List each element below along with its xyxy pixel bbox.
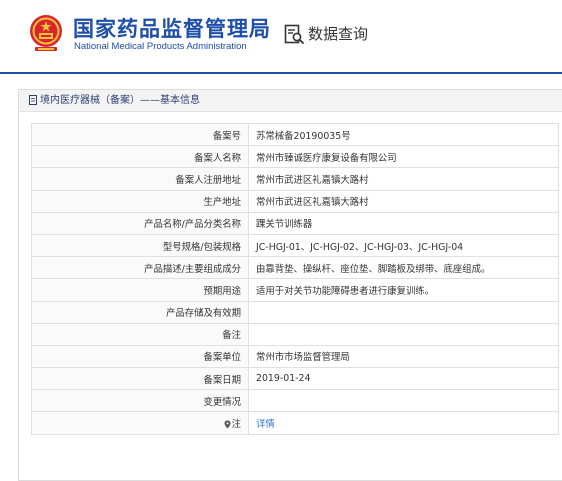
row-label-text: 产品名称/产品分类名称	[144, 219, 241, 231]
row-value: 常州市臻诚医疗康复设备有限公司	[248, 145, 559, 169]
row-value: 苏常械备20190035号	[248, 122, 559, 147]
row-label: 备案人注册地址	[31, 167, 249, 191]
row-value-text: 适用于对关节功能障碍患者进行康复训练。	[256, 285, 435, 297]
row-label: 产品描述/主要组成成分	[31, 256, 249, 280]
row-label: 产品存储及有效期	[31, 300, 249, 324]
info-panel: 境内医疗器械（备案）——基本信息 备案号 苏常械备20190035号 备案人名称 常州…	[18, 89, 562, 481]
row-value: 踝关节训练器	[248, 211, 559, 235]
table-row: 变更情况	[31, 389, 559, 413]
row-label-text: 产品描述/主要组成成分	[144, 263, 241, 275]
row-value-text: 2019-01-24	[256, 373, 311, 385]
table-row: 备案单位 常州市市场监督管理局	[31, 344, 559, 369]
table-row: 备案号 苏常械备20190035号	[31, 122, 559, 147]
row-label: 型号规格/包装规格	[31, 233, 249, 258]
row-value: 详情	[248, 411, 559, 435]
table-row: 产品名称/产品分类名称 踝关节训练器	[31, 211, 559, 235]
row-label: 备案号	[31, 122, 249, 147]
data-search-link[interactable]: 数据查询	[308, 23, 368, 44]
row-value-text: 常州市臻诚医疗康复设备有限公司	[256, 152, 397, 164]
table-row: 备案人注册地址 常州市武进区礼嘉镇大路村	[31, 167, 559, 191]
row-label: 注	[31, 411, 249, 435]
row-value	[248, 389, 559, 413]
pin-icon	[224, 420, 231, 429]
table-row: 注 详情	[31, 411, 559, 435]
table-row: 备案人名称 常州市臻诚医疗康复设备有限公司	[31, 145, 559, 169]
row-label: 备案日期	[31, 367, 249, 391]
row-value-text: 苏常械备20190035号	[256, 130, 351, 142]
row-value: 适用于对关节功能障碍患者进行康复训练。	[248, 278, 559, 302]
row-value: 2019-01-24	[248, 367, 559, 391]
panel-heading: 境内医疗器械（备案）——基本信息	[19, 90, 562, 112]
row-label-text: 备案号	[212, 130, 241, 142]
header-divider	[0, 72, 562, 74]
row-value-text: 常州市武进区礼嘉镇大路村	[256, 174, 369, 186]
row-value-text: 踝关节训练器	[256, 219, 313, 231]
row-value: 由靠背垫、操纵杆、座位垫、脚踏板及绑带、底座组成。	[248, 256, 559, 280]
table-row: 备案日期 2019-01-24	[31, 367, 559, 391]
row-label: 变更情况	[31, 389, 249, 413]
row-label-text: 备注	[222, 330, 241, 342]
row-label-text: 备案日期	[203, 374, 241, 386]
table-row: 预期用途 适用于对关节功能障碍患者进行康复训练。	[31, 278, 559, 302]
detail-link[interactable]: 详情	[256, 419, 275, 430]
row-value: 常州市武进区礼嘉镇大路村	[248, 189, 559, 213]
row-label-text: 生产地址	[203, 197, 241, 209]
site-header: 国家药品监督管理局 National Medical Products Admi…	[0, 0, 562, 72]
national-emblem-icon	[30, 15, 62, 51]
row-label: 备注	[31, 322, 249, 346]
row-label: 生产地址	[31, 189, 249, 213]
row-label-text: 产品存储及有效期	[165, 308, 241, 320]
document-icon	[29, 95, 37, 105]
row-label-text: 预期用途	[203, 285, 241, 297]
row-value: JC-HGJ-01、JC-HGJ-02、JC-HGJ-03、JC-HGJ-04	[248, 233, 559, 258]
row-label-text: 型号规格/包装规格	[162, 241, 241, 253]
row-value: 常州市武进区礼嘉镇大路村	[248, 167, 559, 191]
row-value-text: JC-HGJ-01、JC-HGJ-02、JC-HGJ-03、JC-HGJ-04	[256, 241, 464, 253]
row-value-text: 常州市武进区礼嘉镇大路村	[256, 197, 369, 209]
table-row: 备注	[31, 322, 559, 346]
row-value	[248, 300, 559, 324]
panel-heading-text: 境内医疗器械（备案）——基本信息	[40, 95, 200, 106]
data-search-icon[interactable]	[284, 24, 305, 45]
table-row: 产品描述/主要组成成分 由靠背垫、操纵杆、座位垫、脚踏板及绑带、底座组成。	[31, 256, 559, 280]
row-label: 备案人名称	[31, 145, 249, 169]
row-label-text: 注	[231, 419, 241, 431]
row-value-text: 由靠背垫、操纵杆、座位垫、脚踏板及绑带、底座组成。	[256, 263, 491, 275]
row-label: 预期用途	[31, 278, 249, 302]
site-title: 国家药品监督管理局	[73, 17, 271, 41]
table-row: 产品存储及有效期	[31, 300, 559, 324]
row-label: 产品名称/产品分类名称	[31, 211, 249, 235]
row-label-text: 变更情况	[203, 396, 241, 408]
row-value	[248, 322, 559, 346]
row-value: 常州市市场监督管理局	[248, 344, 559, 369]
site-subtitle: National Medical Products Administration	[74, 41, 247, 52]
table-row: 型号规格/包装规格 JC-HGJ-01、JC-HGJ-02、JC-HGJ-03、J…	[31, 233, 559, 258]
table-row: 生产地址 常州市武进区礼嘉镇大路村	[31, 189, 559, 213]
row-label-text: 备案单位	[203, 352, 241, 364]
info-table: 备案号 苏常械备20190035号备案人名称 常州市臻诚医疗康复设备有限公司备案人注…	[31, 122, 559, 435]
row-label: 备案单位	[31, 344, 249, 369]
row-value-text: 常州市市场监督管理局	[256, 352, 350, 364]
row-label-text: 备案人名称	[194, 152, 241, 164]
row-label-text: 备案人注册地址	[175, 174, 241, 186]
